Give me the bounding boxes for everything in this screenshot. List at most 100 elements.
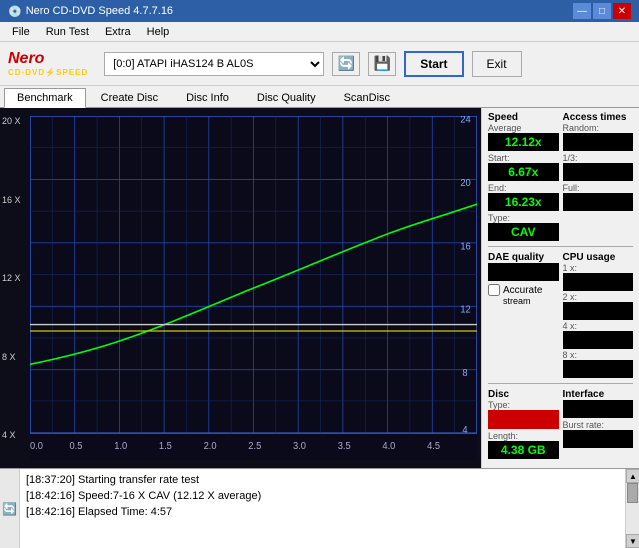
menu-extra[interactable]: Extra bbox=[97, 24, 139, 40]
refresh-button[interactable]: 🔄 bbox=[332, 52, 360, 76]
y-label-12: 12 X bbox=[2, 273, 21, 283]
cpu-section: CPU usage 1 x: 2 x: 4 x: 8 x: bbox=[563, 252, 634, 378]
burst-value bbox=[563, 430, 634, 448]
title-bar-title: 💿 Nero CD-DVD Speed 4.7.7.16 bbox=[8, 5, 173, 18]
cpu-1x-value bbox=[563, 273, 634, 291]
scroll-up-button[interactable]: ▲ bbox=[626, 469, 639, 483]
menu-help[interactable]: Help bbox=[139, 24, 178, 40]
tab-create-disc[interactable]: Create Disc bbox=[88, 88, 171, 107]
log-line-2: [18:42:16] Elapsed Time: 4:57 bbox=[26, 504, 619, 520]
cpu-1x-label: 1 x: bbox=[563, 263, 634, 273]
access-label: Access times bbox=[563, 112, 634, 123]
toolbar: Nero CD·DVD⚡SPEED [0:0] ATAPI iHAS124 B … bbox=[0, 42, 639, 86]
svg-text:8: 8 bbox=[462, 368, 467, 379]
log-line-0: [18:37:20] Starting transfer rate test bbox=[26, 472, 619, 488]
svg-text:1.0: 1.0 bbox=[114, 441, 127, 452]
scroll-thumb bbox=[627, 483, 638, 503]
scroll-track[interactable] bbox=[626, 483, 639, 534]
end-value: 16.23x bbox=[488, 193, 559, 211]
speed-section: Speed Average 12.12x Start: 6.67x End: 1… bbox=[488, 112, 559, 241]
tab-benchmark[interactable]: Benchmark bbox=[4, 88, 86, 108]
minimize-button[interactable]: — bbox=[573, 3, 591, 19]
svg-text:2.5: 2.5 bbox=[248, 441, 261, 452]
disc-section: Disc Type: DVD-R Length: 4.38 GB bbox=[488, 389, 559, 459]
menu-run-test[interactable]: Run Test bbox=[38, 24, 97, 40]
disc-type-label: Type: bbox=[488, 400, 559, 410]
accurate-label: Accurate bbox=[503, 285, 542, 296]
accurate-stream-checkbox[interactable] bbox=[488, 284, 500, 296]
drive-select[interactable]: [0:0] ATAPI iHAS124 B AL0S bbox=[104, 52, 324, 76]
average-value: 12.12x bbox=[488, 133, 559, 151]
dae-label: DAE quality bbox=[488, 252, 559, 263]
tab-scan-disc[interactable]: ScanDisc bbox=[331, 88, 403, 107]
app-icon: 💿 bbox=[8, 5, 22, 18]
disc-interface-section: Disc Type: DVD-R Length: 4.38 GB Interfa… bbox=[488, 389, 633, 459]
y-axis-left: 20 X 16 X 12 X 8 X 4 X bbox=[2, 116, 21, 440]
disc-length-label: Length: bbox=[488, 431, 559, 441]
cpu-label: CPU usage bbox=[563, 252, 634, 263]
logo-sub: CD·DVD⚡SPEED bbox=[8, 68, 88, 77]
svg-text:3.5: 3.5 bbox=[338, 441, 351, 452]
tabs: Benchmark Create Disc Disc Info Disc Qua… bbox=[0, 86, 639, 108]
scroll-down-button[interactable]: ▼ bbox=[626, 534, 639, 548]
cpu-2x-value bbox=[563, 302, 634, 320]
one-third-value bbox=[563, 163, 634, 181]
accurate-stream-row: Accurate bbox=[488, 284, 559, 296]
svg-text:4.5: 4.5 bbox=[427, 441, 440, 452]
main-content: 20 X 16 X 12 X 8 X 4 X bbox=[0, 108, 639, 468]
log-area: 🔄 [18:37:20] Starting transfer rate test… bbox=[0, 468, 639, 548]
menu-bar: File Run Test Extra Help bbox=[0, 22, 639, 42]
separator-1 bbox=[488, 246, 633, 247]
cpu-4x-label: 4 x: bbox=[563, 321, 634, 331]
burst-label: Burst rate: bbox=[563, 420, 634, 430]
random-label: Random: bbox=[563, 123, 634, 133]
window-title: Nero CD-DVD Speed 4.7.7.16 bbox=[26, 5, 173, 17]
start-label: Start: bbox=[488, 153, 559, 163]
maximize-button[interactable]: □ bbox=[593, 3, 611, 19]
cpu-2x-label: 2 x: bbox=[563, 292, 634, 302]
tab-disc-info[interactable]: Disc Info bbox=[173, 88, 242, 107]
menu-file[interactable]: File bbox=[4, 24, 38, 40]
svg-text:0.5: 0.5 bbox=[70, 441, 83, 452]
separator-2 bbox=[488, 383, 633, 384]
save-button[interactable]: 💾 bbox=[368, 52, 396, 76]
title-bar-controls: — □ ✕ bbox=[573, 3, 631, 19]
log-icon-area: 🔄 bbox=[0, 469, 20, 548]
access-section: Access times Random: 1/3: Full: bbox=[563, 112, 634, 241]
svg-text:1.5: 1.5 bbox=[159, 441, 172, 452]
svg-text:24: 24 bbox=[460, 116, 470, 125]
type-value: CAV bbox=[488, 223, 559, 241]
disc-type-section-label: Disc bbox=[488, 389, 559, 400]
full-label: Full: bbox=[563, 183, 634, 193]
end-label: End: bbox=[488, 183, 559, 193]
disc-type-value: DVD-R bbox=[488, 410, 559, 429]
start-button[interactable]: Start bbox=[404, 51, 463, 77]
svg-text:12: 12 bbox=[460, 305, 470, 316]
full-value bbox=[563, 193, 634, 211]
tab-disc-quality[interactable]: Disc Quality bbox=[244, 88, 329, 107]
svg-text:0.0: 0.0 bbox=[30, 441, 43, 452]
close-button[interactable]: ✕ bbox=[613, 3, 631, 19]
average-label: Average bbox=[488, 123, 559, 133]
dae-section: DAE quality Accurate stream bbox=[488, 252, 559, 378]
chart-container: 20 X 16 X 12 X 8 X 4 X bbox=[0, 108, 481, 468]
svg-text:4.0: 4.0 bbox=[382, 441, 395, 452]
logo-area: Nero CD·DVD⚡SPEED bbox=[8, 50, 88, 77]
chart-area: 20 X 16 X 12 X 8 X 4 X bbox=[30, 116, 477, 460]
cpu-4x-value bbox=[563, 331, 634, 349]
cpu-8x-value bbox=[563, 360, 634, 378]
stream-label: stream bbox=[503, 296, 559, 306]
exit-button[interactable]: Exit bbox=[472, 51, 522, 77]
svg-text:2.0: 2.0 bbox=[204, 441, 217, 452]
interface-label: Interface bbox=[563, 389, 634, 400]
y-label-4: 4 X bbox=[2, 430, 21, 440]
disc-length-value: 4.38 GB bbox=[488, 441, 559, 459]
one-third-label: 1/3: bbox=[563, 153, 634, 163]
chart-svg: 24 20 16 12 8 4 0.0 0.5 1.0 1.5 2.0 2.5 … bbox=[30, 116, 477, 460]
svg-text:20: 20 bbox=[460, 178, 470, 189]
dae-cpu-section: DAE quality Accurate stream CPU usage 1 … bbox=[488, 252, 633, 378]
svg-text:16: 16 bbox=[460, 241, 470, 252]
interface-section: Interface Burst rate: bbox=[563, 389, 634, 459]
right-panel: Speed Average 12.12x Start: 6.67x End: 1… bbox=[481, 108, 639, 468]
y-label-8: 8 X bbox=[2, 352, 21, 362]
